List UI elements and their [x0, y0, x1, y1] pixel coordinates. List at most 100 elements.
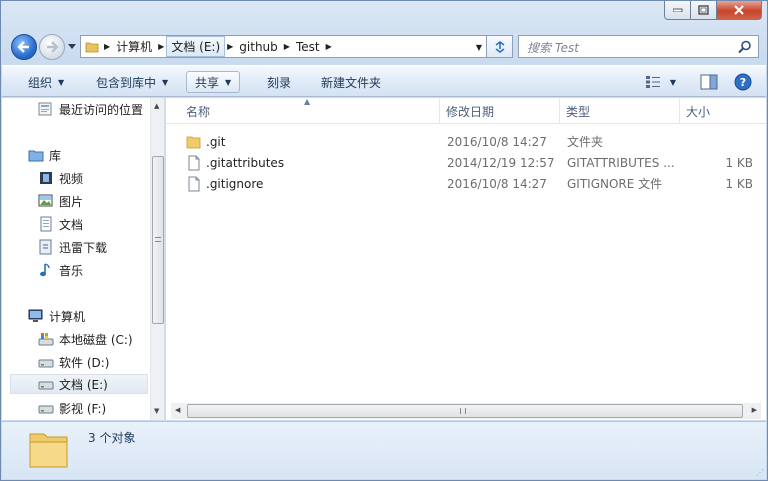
- nav-item-documents[interactable]: 文档: [38, 214, 83, 234]
- nav-pane-scrollbar[interactable]: ▲ ▼: [150, 98, 164, 420]
- nav-item-drive-f[interactable]: 影视 (F:): [38, 398, 106, 418]
- nav-item-label: 视频: [59, 171, 84, 186]
- grip-icon: [155, 237, 161, 242]
- file-list-pane: ▲ 名称 修改日期 类型 大小 .git 2016/10/8 14:27 文件夹…: [166, 97, 766, 420]
- resize-grip-icon[interactable]: ⋰: [756, 468, 764, 477]
- file-icon: [186, 173, 202, 194]
- minimize-icon: [672, 8, 682, 12]
- navigation-pane: 最近访问的位置 库 视频 图片 文档 迅雷下载 音乐 计算机 本地磁盘 (C:)…: [2, 98, 165, 420]
- drive-c-icon: [38, 331, 54, 347]
- command-bar: 组织 ▼ 包含到库中 ▼ 共享 ▼ 刻录 新建文件夹 ▼ ?: [2, 65, 766, 97]
- chevron-down-icon: ▼: [162, 77, 169, 87]
- nav-item-label: 迅雷下载: [59, 240, 108, 255]
- new-folder-button[interactable]: 新建文件夹: [313, 71, 389, 93]
- share-button[interactable]: 共享 ▼: [186, 71, 241, 93]
- nav-item-drive-e[interactable]: 文档 (E:): [10, 374, 148, 394]
- view-options-icon[interactable]: [645, 76, 660, 88]
- breadcrumb-github[interactable]: github: [235, 36, 281, 57]
- scroll-up-icon[interactable]: ▲: [154, 102, 159, 110]
- column-size[interactable]: 大小: [680, 98, 766, 124]
- nav-item-label: 最近访问的位置: [59, 102, 144, 117]
- scroll-right-icon[interactable]: ▶: [752, 406, 757, 414]
- scroll-left-icon[interactable]: ◀: [175, 406, 180, 414]
- nav-item-drive-c[interactable]: 本地磁盘 (C:): [38, 329, 133, 349]
- breadcrumb-separator[interactable]: ▶: [282, 42, 292, 51]
- nav-item-label: 计算机: [49, 309, 86, 324]
- close-icon: [734, 5, 744, 15]
- breadcrumb-separator[interactable]: ▶: [102, 42, 112, 51]
- breadcrumb-drive-e[interactable]: 文档 (E:): [166, 36, 226, 57]
- search-icon[interactable]: [738, 40, 752, 54]
- nav-item-thunder-download[interactable]: 迅雷下载: [38, 237, 107, 257]
- file-modified: 2016/10/8 14:27: [447, 176, 547, 191]
- new-folder-label: 新建文件夹: [321, 75, 382, 90]
- music-icon: [38, 262, 54, 278]
- minimize-button[interactable]: [664, 1, 691, 20]
- file-row[interactable]: .gitignore 2016/10/8 14:27 GITIGNORE 文件 …: [166, 173, 766, 194]
- column-modified[interactable]: 修改日期: [440, 98, 560, 124]
- file-size: 1 KB: [725, 176, 753, 191]
- search-placeholder: 搜索 Test: [527, 41, 580, 55]
- file-row[interactable]: .git 2016/10/8 14:27 文件夹: [166, 131, 766, 152]
- scrollbar-thumb[interactable]: [152, 156, 164, 324]
- nav-item-music[interactable]: 音乐: [38, 260, 83, 280]
- back-arrow-icon: [17, 41, 29, 53]
- burn-button[interactable]: 刻录: [259, 71, 299, 93]
- column-header: ▲ 名称 修改日期 类型 大小: [166, 97, 766, 124]
- drive-icon: [38, 400, 54, 416]
- breadcrumb-separator[interactable]: ▶: [225, 42, 235, 51]
- breadcrumb-computer[interactable]: 计算机: [112, 36, 156, 57]
- nav-item-label: 文档: [59, 217, 84, 232]
- nav-item-video[interactable]: 视频: [38, 168, 83, 188]
- thunder-download-icon: [38, 239, 54, 255]
- video-icon: [38, 170, 54, 186]
- documents-icon: [38, 216, 54, 232]
- refresh-button[interactable]: [487, 35, 513, 58]
- nav-item-label: 音乐: [59, 263, 84, 278]
- nav-item-label: 文档 (E:): [59, 377, 108, 392]
- view-dropdown-icon[interactable]: ▼: [670, 78, 676, 87]
- nav-item-label: 本地磁盘 (C:): [59, 332, 133, 347]
- back-button[interactable]: [11, 34, 37, 60]
- scrollbar-thumb[interactable]: [187, 404, 743, 418]
- address-dropdown-icon[interactable]: ▼: [476, 43, 482, 52]
- close-button[interactable]: [717, 1, 762, 20]
- include-in-library-button[interactable]: 包含到库中 ▼: [88, 71, 176, 93]
- breadcrumb-separator[interactable]: ▶: [324, 42, 334, 51]
- nav-item-libraries[interactable]: 库: [28, 145, 61, 165]
- nav-item-label: 库: [49, 148, 62, 163]
- forward-arrow-icon: [47, 41, 59, 53]
- file-modified: 2014/12/19 12:57: [447, 155, 555, 170]
- column-type[interactable]: 类型: [560, 98, 680, 124]
- address-bar[interactable]: ▶ 计算机 ▶ 文档 (E:) ▶ github ▶ Test ▶ ▼: [80, 35, 487, 58]
- chevron-down-icon: ▼: [225, 77, 232, 87]
- forward-button[interactable]: [39, 34, 65, 60]
- file-modified: 2016/10/8 14:27: [447, 134, 547, 149]
- file-row[interactable]: .gitattributes 2014/12/19 12:57 GITATTRI…: [166, 152, 766, 173]
- scroll-down-icon[interactable]: ▼: [154, 407, 159, 415]
- breadcrumb-test[interactable]: Test: [292, 36, 324, 57]
- help-icon[interactable]: ?: [734, 73, 752, 91]
- include-in-library-label: 包含到库中: [96, 75, 157, 90]
- drive-icon: [38, 354, 54, 370]
- horizontal-scrollbar[interactable]: ◀ ▶: [171, 403, 761, 419]
- file-name: .gitattributes: [206, 155, 285, 170]
- maximize-button[interactable]: [691, 1, 717, 20]
- computer-icon: [28, 308, 44, 324]
- recent-places-icon: [38, 101, 54, 117]
- maximize-icon: [698, 5, 709, 15]
- file-type: GITIGNORE 文件: [567, 177, 663, 191]
- file-type: GITATTRIBUTES ...: [567, 155, 675, 170]
- nav-item-pictures[interactable]: 图片: [38, 191, 83, 211]
- nav-item-recent-places[interactable]: 最近访问的位置: [38, 99, 143, 119]
- preview-pane-icon[interactable]: [700, 74, 718, 90]
- file-icon: [186, 152, 202, 173]
- nav-item-computer[interactable]: 计算机: [28, 306, 85, 326]
- search-input[interactable]: 搜索 Test: [518, 35, 759, 58]
- history-dropdown-icon[interactable]: [67, 43, 77, 51]
- libraries-icon: [28, 147, 44, 163]
- organize-button[interactable]: 组织 ▼: [20, 71, 72, 93]
- breadcrumb-separator[interactable]: ▶: [156, 42, 166, 51]
- nav-item-drive-d[interactable]: 软件 (D:): [38, 352, 109, 372]
- column-name[interactable]: 名称: [180, 98, 440, 124]
